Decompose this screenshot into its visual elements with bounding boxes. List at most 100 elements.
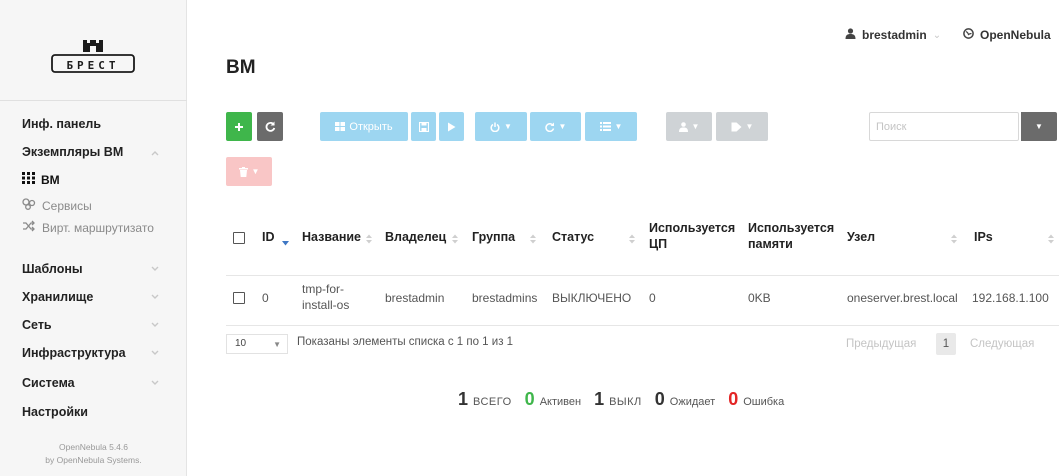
chevron-down-icon[interactable] xyxy=(150,348,160,358)
nav-vms[interactable]: ВМ xyxy=(22,172,60,187)
col-cpu-line1: Используется xyxy=(649,221,736,235)
row-checkbox[interactable] xyxy=(233,292,245,304)
chevron-down-icon[interactable] xyxy=(150,320,160,330)
sidebar-divider xyxy=(0,100,187,101)
col-status[interactable]: Статус xyxy=(552,229,594,245)
col-name[interactable]: Название xyxy=(302,229,361,245)
nav-settings[interactable]: Настройки xyxy=(22,405,88,419)
total-count: 1 xyxy=(458,389,469,409)
col-id[interactable]: ID xyxy=(262,229,275,245)
col-memory[interactable]: Используется памяти xyxy=(748,220,834,252)
create-button[interactable] xyxy=(226,112,252,141)
change-owner-button[interactable]: ▼ xyxy=(666,112,712,141)
logo-text: БРЕСТ xyxy=(66,59,120,72)
pending-count: 0 xyxy=(654,389,665,409)
pagination-previous[interactable]: Предыдущая xyxy=(846,338,916,350)
caret-down-icon: ▼ xyxy=(1035,122,1043,131)
power-button[interactable]: ▼ xyxy=(475,112,527,141)
status-summary: 1 ВСЕГО 0 Активен 1 ВЫКЛ 0 Ожидает 0 Оши… xyxy=(458,389,797,410)
chevron-up-icon[interactable] xyxy=(150,148,160,158)
caret-down-icon: ⌄ xyxy=(932,29,942,41)
nav-services-label: Сервисы xyxy=(42,198,92,213)
page-size-select[interactable]: 10 ▼ xyxy=(226,334,288,354)
services-icon xyxy=(22,198,36,213)
select-all-checkbox[interactable] xyxy=(233,232,245,244)
actions-button[interactable]: ▼ xyxy=(585,112,637,141)
col-cpu[interactable]: Используется ЦП xyxy=(649,220,735,252)
nav-vrouters[interactable]: Вирт. маршрутизато xyxy=(22,220,154,235)
sidebar-footer: OpenNebula 5.4.6 by OpenNebula Systems. xyxy=(0,441,187,467)
grid-icon xyxy=(335,122,346,131)
delete-button[interactable]: ▼ xyxy=(226,157,272,186)
off-count: 1 xyxy=(594,389,605,409)
labels-button[interactable]: ▼ xyxy=(716,112,768,141)
save-icon xyxy=(418,121,429,132)
table-header-divider xyxy=(226,275,1059,276)
caret-down-icon: ▼ xyxy=(558,122,567,131)
nav-services[interactable]: Сервисы xyxy=(22,198,92,213)
cell-group: brestadmins xyxy=(472,291,538,305)
sort-icon[interactable] xyxy=(366,231,372,244)
off-label: ВЫКЛ xyxy=(609,396,642,408)
grid-icon xyxy=(22,172,35,187)
reboot-button[interactable]: ▼ xyxy=(530,112,581,141)
caret-down-icon: ▼ xyxy=(273,340,281,349)
sort-icon[interactable] xyxy=(951,231,957,244)
nav-vrouters-label: Вирт. маршрутизато xyxy=(42,220,154,235)
nav-infrastructure[interactable]: Инфраструктура xyxy=(22,346,126,360)
open-label: Открыть xyxy=(349,120,393,133)
shuffle-icon xyxy=(22,220,36,235)
col-ips[interactable]: IPs xyxy=(974,229,993,245)
chevron-down-icon[interactable] xyxy=(150,378,160,388)
cell-name-line1: tmp-for- xyxy=(302,282,344,296)
cell-name-line2: install-os xyxy=(302,298,350,312)
nav-network[interactable]: Сеть xyxy=(22,318,52,332)
pagination-next[interactable]: Следующая xyxy=(970,338,1034,350)
pending-label: Ожидает xyxy=(669,396,716,408)
user-icon xyxy=(678,121,688,132)
nav-storage[interactable]: Хранилище xyxy=(22,290,93,304)
col-owner[interactable]: Владелец xyxy=(385,229,446,245)
caret-down-icon: ▼ xyxy=(745,122,754,131)
open-button[interactable]: Открыть xyxy=(320,112,408,141)
search-input[interactable] xyxy=(869,112,1019,141)
sort-icon[interactable] xyxy=(452,231,458,244)
col-memory-line1: Используется xyxy=(748,221,835,235)
chevron-down-icon[interactable] xyxy=(150,264,160,274)
cell-cpu: 0 xyxy=(649,291,656,305)
cell-host: oneserver.brest.local xyxy=(847,291,958,305)
nav-dashboard[interactable]: Инф. панель xyxy=(22,117,101,131)
cell-id: 0 xyxy=(262,291,269,305)
total-label: ВСЕГО xyxy=(473,396,512,408)
col-memory-line2: памяти xyxy=(748,237,793,251)
user-icon xyxy=(845,28,856,42)
caret-down-icon: ▼ xyxy=(691,122,700,131)
play-button[interactable] xyxy=(439,112,464,141)
col-group[interactable]: Группа xyxy=(472,229,515,245)
save-template-button[interactable] xyxy=(411,112,436,141)
sort-desc-icon[interactable] xyxy=(282,233,289,246)
zone-menu[interactable]: OpenNebula ⌄ xyxy=(963,28,1059,42)
error-count: 0 xyxy=(728,389,739,409)
nav-instances[interactable]: Экземпляры ВМ xyxy=(22,145,123,159)
search-options-button[interactable]: ▼ xyxy=(1021,112,1057,141)
sort-icon[interactable] xyxy=(530,231,536,244)
footer-version: OpenNebula 5.4.6 xyxy=(59,442,128,452)
chevron-down-icon[interactable] xyxy=(150,292,160,302)
nav-system[interactable]: Система xyxy=(22,376,75,390)
user-menu[interactable]: brestadmin ⌄ xyxy=(845,28,941,42)
sort-icon[interactable] xyxy=(629,231,635,244)
pagination-info: Показаны элементы списка с 1 по 1 из 1 xyxy=(297,336,514,348)
col-host[interactable]: Узел xyxy=(847,229,875,245)
footer-by: by OpenNebula Systems. xyxy=(45,455,142,465)
nav-templates[interactable]: Шаблоны xyxy=(22,262,83,276)
caret-down-icon: ▼ xyxy=(614,122,623,131)
sort-icon[interactable] xyxy=(1048,231,1054,244)
page-title: ВМ xyxy=(226,57,256,78)
refresh-button[interactable] xyxy=(257,112,283,141)
brest-logo[interactable]: БРЕСТ xyxy=(50,38,136,78)
app-window: БРЕСТ Инф. панель Экземпляры ВМ ВМ Серви… xyxy=(0,0,1059,476)
pagination-current-page[interactable]: 1 xyxy=(936,333,956,355)
tag-icon xyxy=(731,122,742,132)
zone-name: OpenNebula xyxy=(980,28,1051,42)
